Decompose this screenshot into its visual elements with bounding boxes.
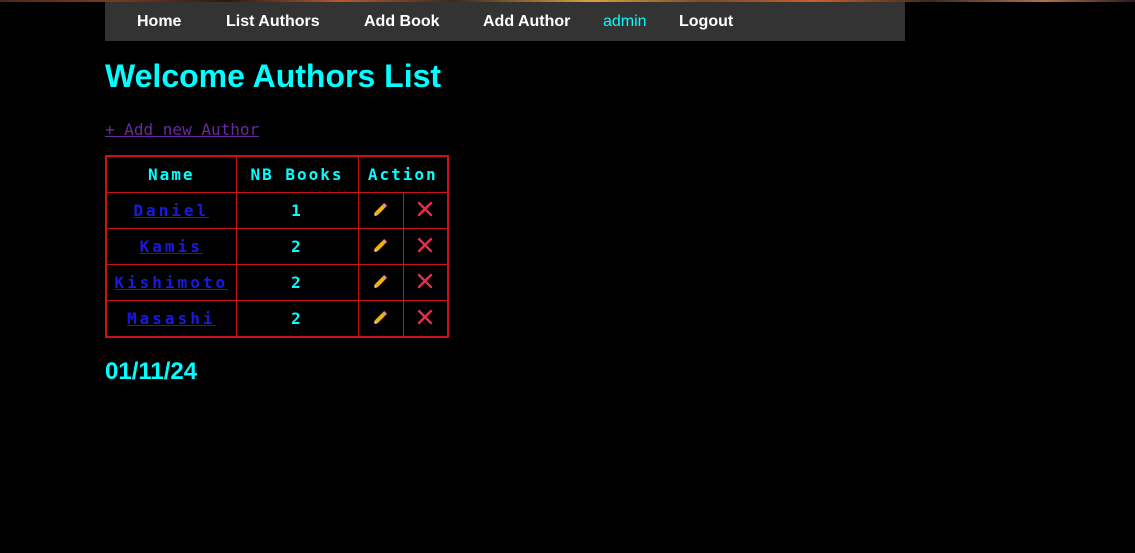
current-date: 01/11/24 [105, 358, 198, 385]
add-new-author-link[interactable]: + Add new Author [105, 120, 259, 139]
author-name-cell: Daniel [105, 192, 237, 229]
cross-icon[interactable] [417, 201, 433, 220]
authors-table: Name NB Books Action Daniel 1 Kamis 2 Ki… [105, 155, 449, 338]
author-book-count: 2 [235, 300, 359, 338]
author-name-cell: Kamis [105, 228, 237, 265]
table-header-row: Name NB Books Action [105, 155, 449, 193]
nav-username: admin [603, 13, 647, 30]
edit-cell [357, 300, 404, 338]
author-name-link[interactable]: Kishimoto [114, 273, 228, 292]
cross-icon[interactable] [417, 273, 433, 292]
pencil-icon[interactable] [372, 201, 390, 220]
edit-cell [357, 228, 404, 265]
author-name-cell: Kishimoto [105, 264, 237, 301]
nav-logout-link[interactable]: Logout [679, 2, 733, 41]
pencil-icon[interactable] [372, 309, 390, 328]
table-row: Kamis 2 [105, 228, 449, 265]
pencil-icon[interactable] [372, 273, 390, 292]
page-title: Welcome Authors List [105, 58, 442, 94]
author-book-count: 2 [235, 228, 359, 265]
cross-icon[interactable] [417, 237, 433, 256]
navbar: Home List Authors Add Book Add Author ad… [105, 2, 905, 41]
nav-add-author-link[interactable]: Add Author [483, 2, 570, 41]
pencil-icon[interactable] [372, 237, 390, 256]
table-row: Kishimoto 2 [105, 264, 449, 301]
author-name-cell: Masashi [105, 300, 237, 338]
table-row: Daniel 1 [105, 192, 449, 229]
edit-cell [357, 264, 404, 301]
author-name-link[interactable]: Masashi [127, 309, 215, 328]
delete-cell [402, 300, 449, 338]
delete-cell [402, 192, 449, 229]
nav-add-book-link[interactable]: Add Book [364, 2, 440, 41]
column-header-name: Name [105, 155, 237, 193]
author-book-count: 2 [235, 264, 359, 301]
nav-list-authors-link[interactable]: List Authors [226, 2, 320, 41]
edit-cell [357, 192, 404, 229]
author-name-link[interactable]: Daniel [133, 201, 209, 220]
author-name-link[interactable]: Kamis [140, 237, 203, 256]
author-book-count: 1 [235, 192, 359, 229]
nav-home-link[interactable]: Home [137, 2, 181, 41]
delete-cell [402, 264, 449, 301]
column-header-action: Action [357, 155, 449, 193]
column-header-nb-books: NB Books [235, 155, 359, 193]
table-row: Masashi 2 [105, 300, 449, 338]
cross-icon[interactable] [417, 309, 433, 328]
delete-cell [402, 228, 449, 265]
